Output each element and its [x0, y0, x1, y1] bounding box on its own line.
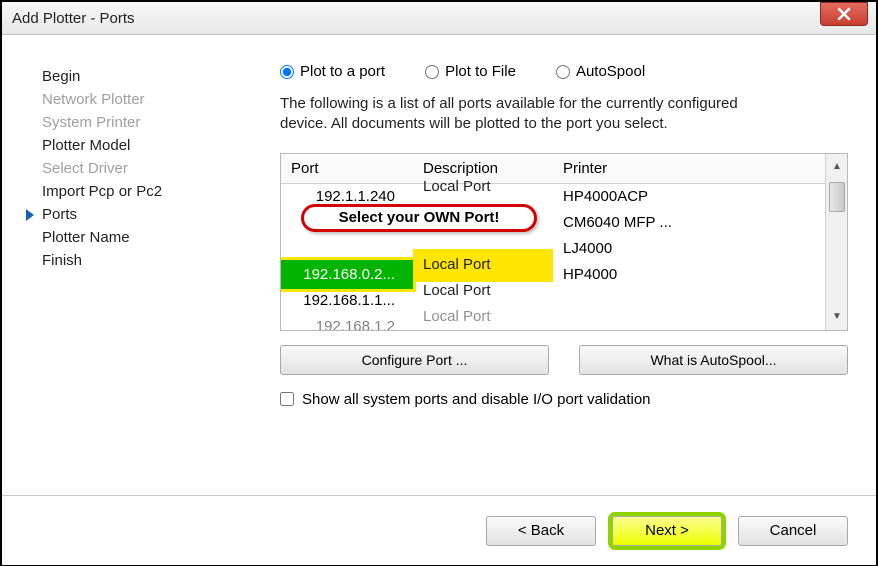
step-plotter-name: Plotter Name — [42, 226, 242, 249]
cell-description — [413, 234, 553, 246]
header-port[interactable]: Port — [281, 154, 413, 183]
header-printer[interactable]: Printer — [553, 154, 693, 183]
close-button[interactable] — [820, 2, 868, 26]
step-system-printer: System Printer — [42, 111, 242, 134]
step-select-driver: Select Driver — [42, 157, 242, 180]
cell-printer: LJ4000 — [553, 234, 693, 263]
cell-printer: CM6040 MFP ... — [553, 208, 693, 237]
show-all-ports-checkbox[interactable] — [280, 392, 294, 406]
step-network-plotter: Network Plotter — [42, 88, 242, 111]
scroll-down-icon[interactable]: ▼ — [829, 308, 845, 326]
radio-plot-to-file-label: Plot to File — [445, 63, 516, 80]
step-begin: Begin — [42, 65, 242, 88]
table-row[interactable]: 192.168.1.1... Local Port — [281, 288, 825, 314]
cell-description: Local Port — [413, 301, 553, 329]
step-finish: Finish — [42, 249, 242, 272]
cell-port: 192.168.1.1... — [281, 286, 413, 315]
wizard-footer: < Back Next > Cancel — [2, 495, 876, 565]
table-row[interactable]: LJ4000 — [281, 236, 825, 262]
what-is-autospool-button[interactable]: What is AutoSpool... — [579, 345, 848, 375]
cell-port — [281, 243, 413, 255]
cancel-button[interactable]: Cancel — [738, 516, 848, 546]
table-scrollbar[interactable]: ▲ ▼ — [825, 154, 847, 330]
annotation-callout: Select your OWN Port! — [301, 204, 537, 232]
show-all-ports-label: Show all system ports and disable I/O po… — [302, 391, 651, 408]
cell-description: Local Port — [413, 171, 553, 203]
wizard-steps-sidebar: Begin Network Plotter System Printer Plo… — [2, 35, 252, 495]
close-icon — [837, 7, 851, 21]
configure-port-button[interactable]: Configure Port ... — [280, 345, 549, 375]
scroll-up-icon[interactable]: ▲ — [829, 158, 845, 176]
ports-table: Port Description Printer Select your OWN… — [280, 153, 848, 331]
cell-printer — [553, 321, 693, 330]
scroll-thumb[interactable] — [829, 182, 845, 212]
radio-plot-to-file[interactable]: Plot to File — [425, 63, 516, 80]
main-panel: Plot to a port Plot to File AutoSpool Th… — [252, 35, 876, 495]
radio-plot-to-file-input[interactable] — [425, 65, 439, 79]
radio-plot-to-port-label: Plot to a port — [300, 63, 385, 80]
step-plotter-model: Plotter Model — [42, 134, 242, 157]
back-button[interactable]: < Back — [486, 516, 596, 546]
radio-autospool[interactable]: AutoSpool — [556, 63, 645, 80]
radio-autospool-label: AutoSpool — [576, 63, 645, 80]
cell-printer: HP4000ACP — [553, 182, 693, 211]
next-button[interactable]: Next > — [612, 516, 722, 546]
radio-autospool-input[interactable] — [556, 65, 570, 79]
step-import-pcp: Import Pcp or Pc2 — [42, 180, 242, 203]
cell-port: 192.168.1.2 — [281, 312, 413, 330]
cell-printer — [553, 295, 693, 307]
cell-port: 192.168.0.2... — [281, 260, 413, 289]
title-bar: Add Plotter - Ports — [2, 2, 876, 35]
table-row[interactable]: 192.168.1.2 Local Port — [281, 314, 825, 330]
table-header-row: Port Description Printer — [281, 154, 825, 184]
radio-plot-to-port-input[interactable] — [280, 65, 294, 79]
window-title: Add Plotter - Ports — [12, 10, 135, 27]
step-ports: Ports — [42, 203, 242, 226]
table-row-selected[interactable]: 192.168.0.2... Local Port HP4000 — [281, 262, 825, 288]
radio-plot-to-port[interactable]: Plot to a port — [280, 63, 385, 80]
cell-printer: HP4000 — [553, 260, 693, 289]
instruction-text: The following is a list of all ports ava… — [280, 94, 740, 135]
